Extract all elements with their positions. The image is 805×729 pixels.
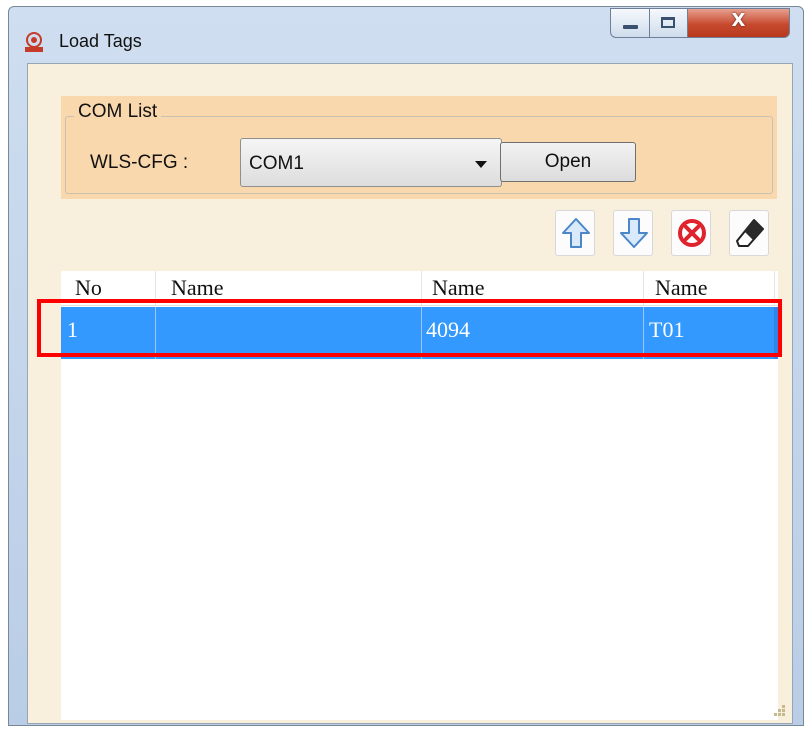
wls-cfg-label: WLS-CFG : [90,152,189,173]
arrow-down-icon [620,218,648,248]
title-bar[interactable]: Load Tags X [9,7,803,63]
column-header-name-2[interactable]: Name [432,275,485,301]
client-area: COM List WLS-CFG : COM1 Open No Name Nam… [27,63,793,724]
selection-highlight-box [37,299,782,357]
arrow-up-icon [562,218,590,248]
column-header-no[interactable]: No [75,275,102,301]
close-button[interactable]: X [688,8,790,38]
open-button[interactable]: Open [500,142,636,182]
minimize-button[interactable] [610,8,650,38]
chevron-down-icon [475,161,487,168]
load-tags-window: Load Tags X COM List WLS-CFG : COM1 Open [8,6,804,726]
app-logo-icon [25,32,43,52]
resize-grip-icon[interactable] [772,703,786,717]
maximize-button[interactable] [650,8,688,38]
eraser-icon [736,219,764,247]
move-down-button[interactable] [613,210,653,256]
com-list-legend: COM List [74,101,162,123]
com-port-select[interactable]: COM1 [240,138,502,187]
delete-icon [678,219,706,247]
column-header-name[interactable]: Name [171,275,224,301]
clear-button[interactable] [729,210,769,256]
maximize-icon [661,17,675,28]
window-title: Load Tags [59,31,142,51]
column-header-name-3[interactable]: Name [655,275,708,301]
com-port-value: COM1 [249,153,304,174]
minimize-icon [623,25,638,29]
tag-toolbar [28,210,792,260]
close-icon: X [731,10,746,31]
delete-button[interactable] [671,210,711,256]
move-up-button[interactable] [555,210,595,256]
